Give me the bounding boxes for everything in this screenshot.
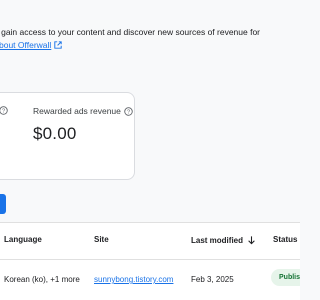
rewarded-ads-revenue-value: $0.00 [33,124,77,143]
intro-description: o gain access to your content and discov… [0,27,261,37]
help-icon[interactable]: ? [0,106,8,115]
row-language: Korean (ko), +1 more [4,275,80,284]
revenue-card: ? Rewarded ads revenue ? $0.00 [0,92,135,180]
row-last-modified: Feb 3, 2025 [191,275,234,284]
external-link-icon[interactable] [54,41,62,49]
table-row[interactable]: Korean (ko), +1 more sunnybong.tistory.c… [0,261,300,300]
sort-descending-icon[interactable] [247,235,256,245]
status-badge: Publish [271,269,300,286]
learn-more-row: bout Offerwall [0,39,62,51]
offerwall-table: Language Site Last modified Status Korea… [0,222,300,300]
last-modified-label: Last modified [191,235,244,245]
learn-about-offerwall-link[interactable]: bout Offerwall [0,39,51,51]
column-header-status[interactable]: Status [273,235,297,244]
column-header-site[interactable]: Site [94,235,109,244]
metric-label-text: Rewarded ads revenue [33,106,121,116]
column-header-language[interactable]: Language [4,235,42,244]
column-header-last-modified[interactable]: Last modified [191,235,256,245]
offerwall-page: o gain access to your content and discov… [0,0,300,300]
primary-action-button[interactable] [0,194,6,214]
rewarded-ads-revenue-label: Rewarded ads revenue ? [33,106,133,116]
row-site-link[interactable]: sunnybong.tistory.com [94,275,173,284]
help-icon[interactable]: ? [124,106,133,116]
table-header: Language Site Last modified Status [0,223,300,260]
